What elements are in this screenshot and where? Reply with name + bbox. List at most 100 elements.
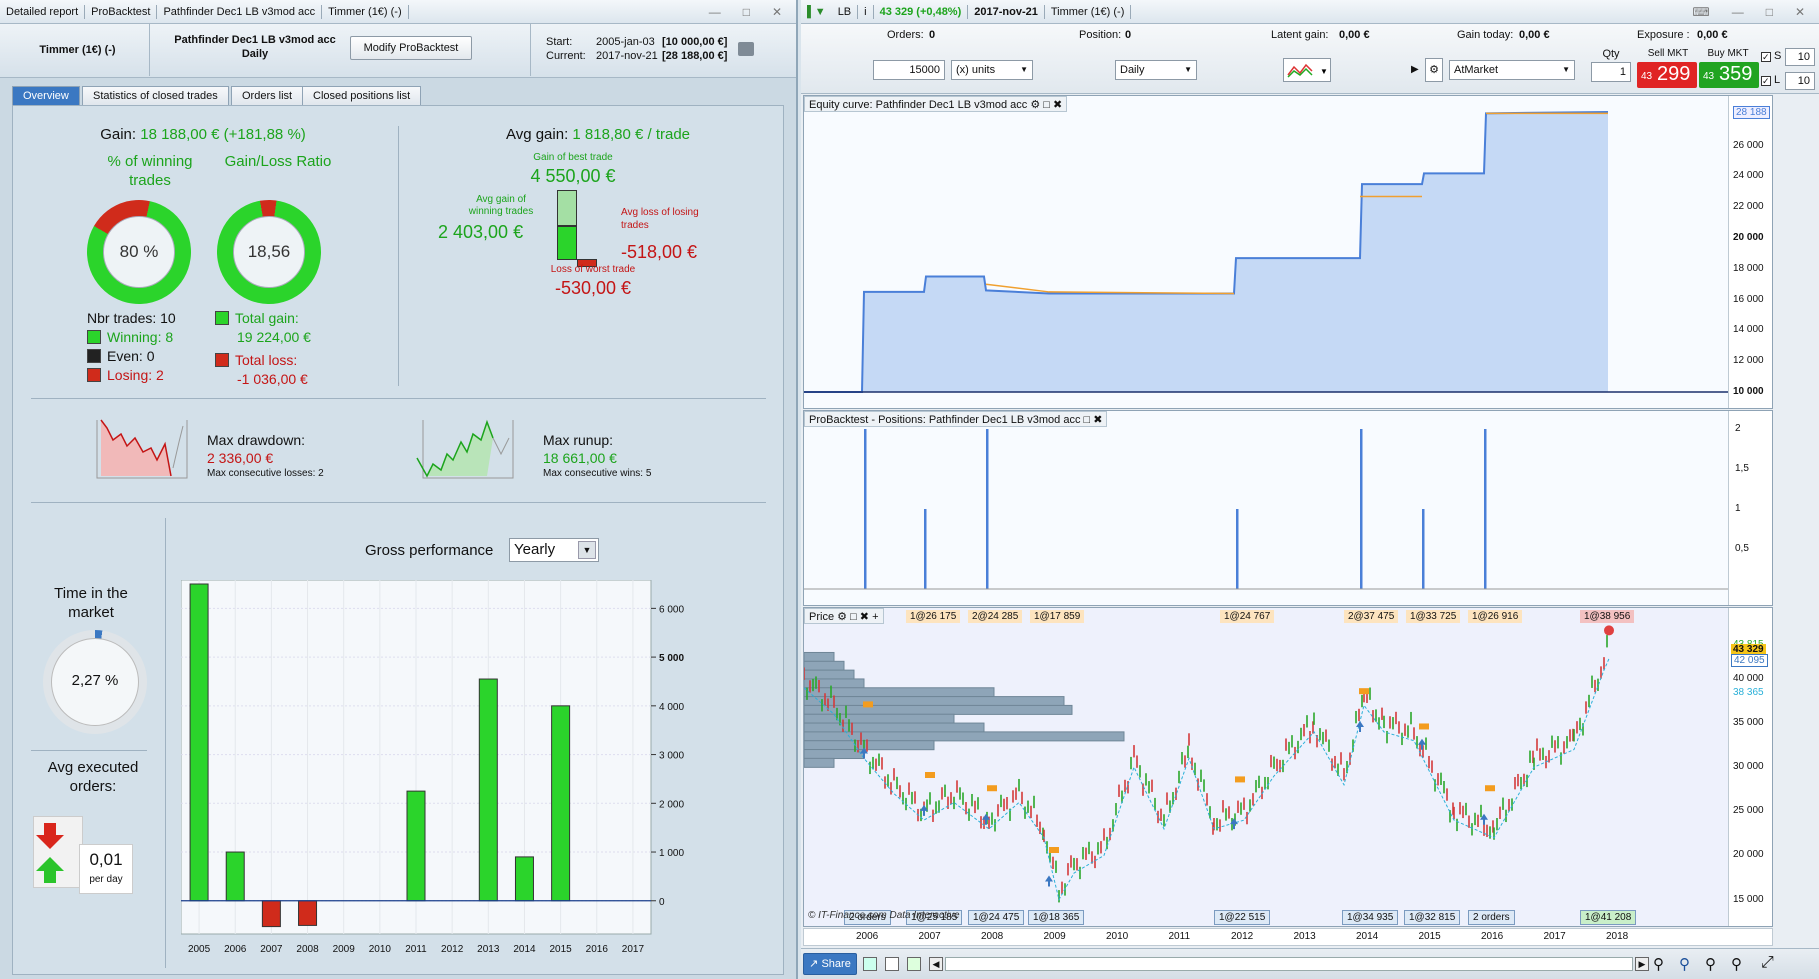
wrench-icon[interactable]: ⚙ — [837, 611, 847, 623]
position-label: Position: — [1079, 29, 1122, 41]
list-icon[interactable] — [885, 957, 899, 971]
add-icon[interactable]: + — [872, 611, 878, 623]
volume-profile-bar — [804, 722, 985, 733]
close-icon[interactable]: ✖ — [860, 611, 869, 623]
chevron-down-icon: ▼ — [1184, 65, 1192, 74]
position-bar — [1422, 509, 1425, 589]
latent-value: 0,00 € — [1339, 29, 1370, 41]
units-select[interactable]: (x) units ▼ — [951, 60, 1033, 80]
zoom-area-icon[interactable]: ⚲ — [1679, 955, 1690, 973]
gross-bar — [298, 900, 318, 926]
sell-label: Sell MKT — [1647, 48, 1689, 59]
equity-y-tick: 14 000 — [1733, 324, 1764, 336]
zoom-fit-icon[interactable]: ⚲ — [1653, 955, 1664, 973]
scroll-right-icon[interactable]: ▶ — [1635, 957, 1649, 971]
chart-window-icon[interactable]: ▌▼ — [801, 5, 832, 19]
maximize-icon[interactable]: □ — [1760, 5, 1779, 19]
tab-overview[interactable]: Overview — [12, 86, 80, 106]
window-icon[interactable]: □ — [1043, 99, 1050, 111]
trade-bottom-label: 1@18 365 — [1028, 910, 1085, 925]
info-icon[interactable]: i — [858, 4, 874, 19]
positions-panel-title: ProBacktest - Positions: Pathfinder Dec1… — [809, 414, 1081, 426]
sell-price: 299 — [1657, 63, 1691, 85]
zoom-out-icon[interactable]: ⚲ — [1731, 955, 1742, 973]
limit-checkbox[interactable]: ✓ — [1761, 76, 1771, 86]
horizontal-scrollbar[interactable] — [945, 957, 1633, 971]
trade-bottom-label: 1@32 815 — [1404, 910, 1461, 925]
minimize-icon[interactable]: — — [1726, 5, 1750, 19]
tab-statistics[interactable]: Statistics of closed trades — [82, 86, 229, 106]
s-input[interactable]: 10 — [1785, 48, 1815, 66]
wrench-icon[interactable]: ⚙ — [1030, 99, 1040, 111]
avg-win-bar — [557, 226, 577, 260]
date-tick: 2014 — [1356, 931, 1379, 942]
best-bar — [557, 190, 577, 226]
total-gain-value: 19 224,00 € — [237, 329, 311, 345]
qty-input[interactable]: 1 — [1591, 62, 1631, 82]
gross-performance-chart: 2005 2006 2007 2008 2009 2010 2011 2012 2013 2014… — [181, 580, 684, 955]
tab-orders-list[interactable]: Orders list — [231, 86, 304, 106]
avg-loss-value: -518,00 € — [621, 242, 698, 262]
share-button[interactable]: ↗ Share — [803, 953, 857, 975]
date-tick: 2008 — [981, 931, 1004, 942]
close-icon[interactable]: ✖ — [1053, 99, 1062, 111]
positions-y-tick: 1 — [1735, 503, 1741, 514]
gross-x-tick: 2016 — [586, 944, 609, 955]
chart-instrument: Timmer (1€) (-) — [1045, 4, 1132, 19]
stop-checkbox[interactable]: ✓ — [1761, 52, 1771, 62]
period-select[interactable]: Daily ▼ — [1115, 60, 1197, 80]
buy-market-button[interactable]: 43 359 — [1699, 62, 1759, 88]
equity-y-axis: 28 188 26 000 24 000 22 000 20 000 18 000 16 0… — [1728, 96, 1772, 408]
scroll-left-icon[interactable]: ◀ — [929, 957, 943, 971]
max-drawdown-value: 2 336,00 € — [207, 450, 274, 466]
window-icon[interactable]: □ — [850, 611, 857, 623]
gross-x-tick: 2015 — [549, 944, 572, 955]
minimize-icon[interactable]: — — [703, 5, 727, 19]
expand-icon[interactable]: ▶ — [1411, 64, 1419, 75]
indicator-icon[interactable] — [863, 957, 877, 971]
tab-closed-positions[interactable]: Closed positions list — [302, 86, 422, 106]
volume-profile-bar — [804, 704, 1073, 715]
close-icon[interactable]: ✕ — [766, 5, 788, 19]
even-text: Even: 0 — [107, 348, 155, 364]
price-y-tick: 15 000 — [1733, 893, 1764, 905]
price-panel-header: Price ⚙ □ ✖ + — [804, 608, 884, 624]
exit-marker-icon — [987, 785, 997, 792]
chevron-down-icon[interactable]: ▼ — [578, 541, 596, 559]
volume-profile-bar — [804, 669, 855, 680]
gross-x-tick: 2005 — [188, 944, 211, 955]
chart-date: 2017-nov-21 — [968, 4, 1045, 19]
close-icon[interactable]: ✖ — [1093, 414, 1102, 426]
expand-arrows-icon[interactable]: ⤢ — [1761, 954, 1774, 972]
grid-icon[interactable] — [907, 957, 921, 971]
title-segment-strategy: Pathfinder Dec1 LB v3mod acc — [157, 4, 323, 19]
close-icon[interactable]: ✕ — [1789, 5, 1811, 19]
trade-bottom-label: 1@34 935 — [1342, 910, 1399, 925]
zoom-in-icon[interactable]: ⚲ — [1705, 955, 1716, 973]
modify-probacktest-button[interactable]: Modify ProBacktest — [350, 36, 472, 60]
trade-top-label: 2@24 285 — [968, 610, 1023, 623]
units-input[interactable]: 15000 — [873, 60, 945, 80]
order-type-value: AtMarket — [1454, 64, 1499, 76]
price-y-tick: 25 000 — [1733, 805, 1764, 817]
date-tick: 2007 — [918, 931, 941, 942]
chart-type-button[interactable]: ▼ — [1283, 58, 1331, 82]
winning-text: Winning: 8 — [107, 329, 174, 345]
gross-period-select[interactable]: Yearly ▼ — [509, 538, 599, 562]
wrench-icon[interactable]: ⚙ — [1425, 58, 1443, 82]
date-tick: 2009 — [1043, 931, 1066, 942]
maximize-icon[interactable]: □ — [737, 5, 756, 19]
volume-profile-bar — [804, 757, 835, 768]
date-tick: 2006 — [856, 931, 879, 942]
order-type-select[interactable]: AtMarket ▼ — [1449, 60, 1575, 80]
l-input[interactable]: 10 — [1785, 72, 1815, 90]
keyboard-icon[interactable]: ⌨ — [1686, 5, 1715, 19]
equity-y-tick: 28 188 — [1733, 106, 1770, 119]
l-label: L — [1774, 74, 1781, 86]
window-icon[interactable]: □ — [1084, 414, 1091, 426]
orders-arrows-icon — [33, 816, 83, 888]
sell-market-button[interactable]: 43 299 — [1637, 62, 1697, 88]
date-tick: 2015 — [1418, 931, 1441, 942]
gain-line: Gain: 18 188,00 € (+181,88 %) — [13, 126, 393, 143]
print-icon[interactable] — [738, 42, 754, 56]
